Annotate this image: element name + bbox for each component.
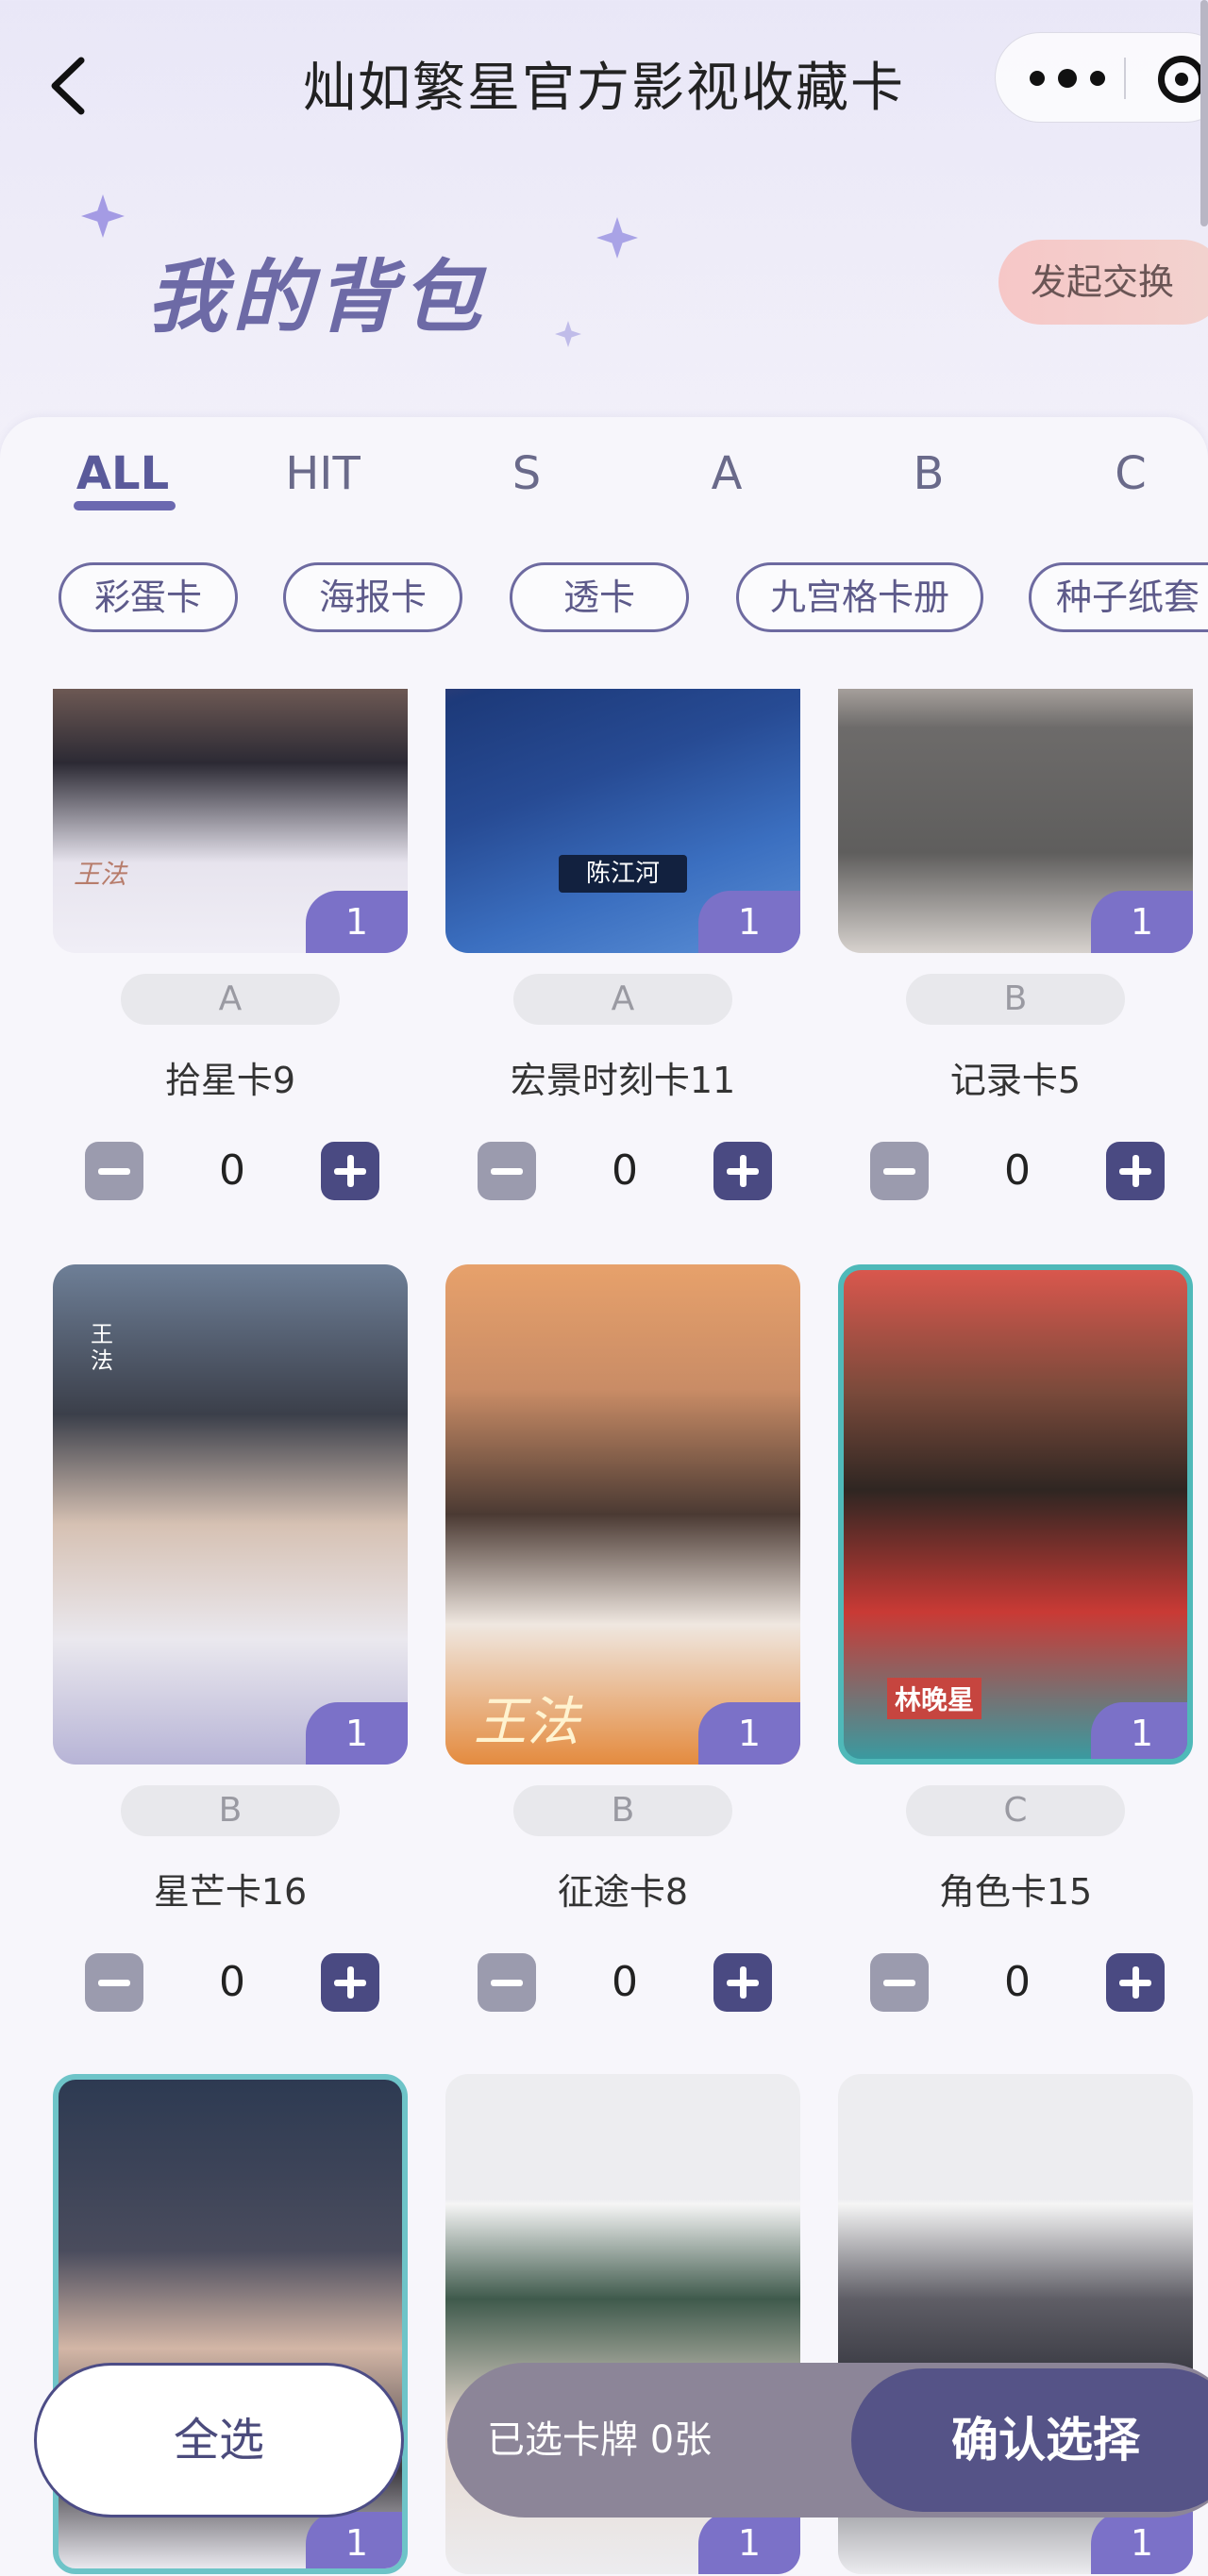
select-all-button[interactable]: 全选 <box>34 2363 404 2517</box>
card-caption: 陈江河 <box>559 855 687 893</box>
grade-pill: B <box>121 1785 340 1836</box>
card-name: 星芒卡16 <box>153 1871 308 1913</box>
card-name: 征途卡8 <box>557 1871 689 1913</box>
grade-pill: B <box>513 1785 732 1836</box>
card-count-badge: 1 <box>698 891 800 953</box>
plus-icon[interactable] <box>713 1953 772 2012</box>
quantity-value: 0 <box>219 1146 245 1195</box>
minus-icon[interactable] <box>85 1953 143 2012</box>
plus-icon[interactable] <box>1106 1142 1165 1200</box>
mini-program-capsule <box>995 32 1208 123</box>
minus-icon[interactable] <box>870 1953 929 2012</box>
chip-transparent-card[interactable]: 透卡 <box>510 562 689 632</box>
plus-icon[interactable] <box>1106 1953 1165 2012</box>
start-exchange-button[interactable]: 发起交换 <box>998 240 1208 325</box>
confirm-selection-button[interactable]: 确认选择 <box>851 2368 1208 2512</box>
card-caption: 王法 <box>74 859 127 890</box>
plus-icon[interactable] <box>713 1142 772 1200</box>
grade-pill: B <box>906 974 1125 1025</box>
card-caption: 王法 <box>474 1692 579 1753</box>
minus-icon[interactable] <box>870 1142 929 1200</box>
card-caption: 王法 <box>91 1321 113 1374</box>
backpack-title: 我的背包 <box>147 251 488 343</box>
card-image[interactable]: 陈江河 1 <box>445 689 800 953</box>
selected-count-text: 已选卡牌 0张 <box>487 2418 713 2462</box>
card-count-badge: 1 <box>306 2512 402 2568</box>
card-count-badge: 1 <box>1091 891 1193 953</box>
selection-bar: 已选卡牌 0张 确认选择 <box>447 2363 1208 2517</box>
grade-pill: C <box>906 1785 1125 1836</box>
quantity-stepper: 0 <box>478 1142 772 1202</box>
card-image[interactable]: 王法 1 <box>445 1264 800 1765</box>
card-count-badge: 1 <box>1091 2512 1193 2574</box>
chip-easter-egg-card[interactable]: 彩蛋卡 <box>59 562 238 632</box>
chip-poster-card[interactable]: 海报卡 <box>283 562 462 632</box>
chip-nine-grid-album[interactable]: 九宫格卡册 <box>736 562 983 632</box>
tab-all[interactable]: ALL <box>47 447 198 500</box>
scrollbar[interactable] <box>1200 0 1208 226</box>
card-count-badge: 1 <box>1091 1702 1187 1759</box>
quantity-value: 0 <box>1004 1146 1031 1195</box>
card-count-badge: 1 <box>698 2512 800 2574</box>
card-image[interactable]: 林晚星 1 <box>838 1264 1193 1765</box>
card-caption: 林晚星 <box>887 1678 982 1719</box>
quantity-value: 0 <box>612 1146 638 1195</box>
quantity-value: 0 <box>1004 1958 1031 2006</box>
card-image[interactable]: 1 <box>838 689 1193 953</box>
more-dots-icon[interactable] <box>1030 59 1105 97</box>
card-name: 角色卡15 <box>938 1871 1093 1913</box>
target-icon[interactable] <box>1158 56 1205 103</box>
quantity-stepper: 0 <box>85 1953 379 2014</box>
quantity-stepper: 0 <box>870 1953 1165 2014</box>
quantity-value: 0 <box>612 1958 638 2006</box>
minus-icon[interactable] <box>478 1142 536 1200</box>
card-image[interactable]: 王法 1 <box>53 1264 408 1765</box>
card-name: 拾星卡9 <box>164 1060 296 1101</box>
capsule-divider <box>1124 58 1126 99</box>
grade-pill: A <box>121 974 340 1025</box>
tab-s[interactable]: S <box>451 447 602 500</box>
quantity-stepper: 0 <box>478 1953 772 2014</box>
card-count-badge: 1 <box>698 1702 800 1765</box>
card-count-badge: 1 <box>306 1702 408 1765</box>
chip-seed-paper-sleeve[interactable]: 种子纸套 <box>1029 562 1208 632</box>
card-name: 宏景时刻卡11 <box>510 1060 736 1101</box>
plus-icon[interactable] <box>321 1953 379 2012</box>
sparkle-icon <box>555 321 581 347</box>
sparkle-icon <box>81 194 125 238</box>
quantity-stepper: 0 <box>870 1142 1165 1202</box>
active-tab-indicator <box>74 501 176 510</box>
tab-b[interactable]: B <box>853 447 1004 500</box>
grade-pill: A <box>513 974 732 1025</box>
plus-icon[interactable] <box>321 1142 379 1200</box>
tab-c[interactable]: C <box>1055 447 1206 500</box>
quantity-value: 0 <box>219 1958 245 2006</box>
tab-a[interactable]: A <box>651 447 802 500</box>
sparkle-icon <box>596 217 638 259</box>
card-count-badge: 1 <box>306 891 408 953</box>
tab-hit[interactable]: HIT <box>247 447 398 500</box>
quantity-stepper: 0 <box>85 1142 379 1202</box>
card-image[interactable]: 王法 1 <box>53 689 408 953</box>
card-grid: 王法 1 A 拾星卡9 0 陈江河 1 A 宏景时刻卡11 0 1 B 记录卡5 <box>0 689 1208 2576</box>
card-name: 记录卡5 <box>949 1060 1082 1101</box>
minus-icon[interactable] <box>85 1142 143 1200</box>
minus-icon[interactable] <box>478 1953 536 2012</box>
top-bar: 灿如繁星官方影视收藏卡 <box>0 0 1208 160</box>
